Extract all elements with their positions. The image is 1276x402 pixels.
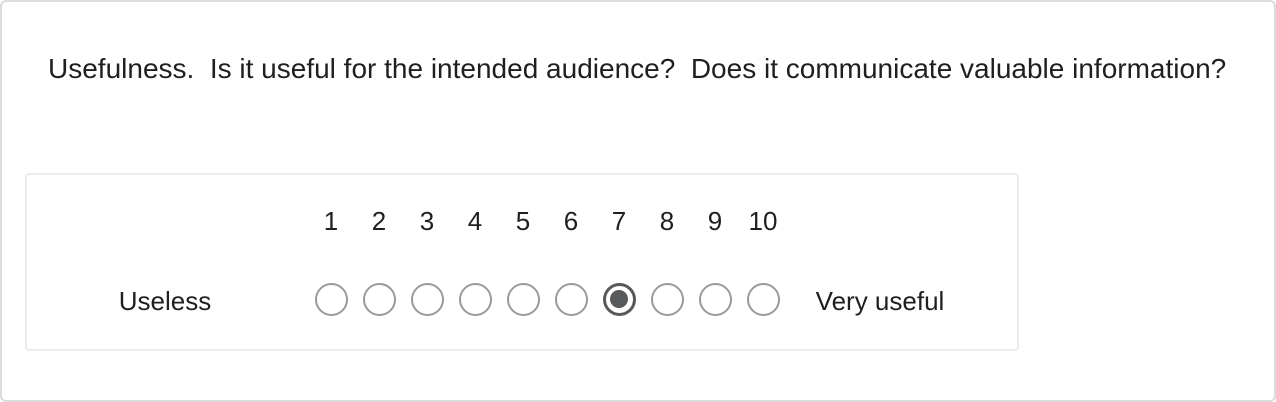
rating-radio-7[interactable]	[602, 282, 636, 316]
rating-radio-2[interactable]	[362, 282, 396, 316]
scale-low-label: Useless	[118, 286, 212, 316]
question-card: Usefulness. Is it useful for the intende…	[0, 0, 1276, 402]
rating-radio-5[interactable]	[506, 282, 540, 316]
scale-number: 7	[611, 206, 627, 236]
rating-radio-3[interactable]	[410, 282, 444, 316]
rating-scale: 1 2 3 4 5 6 7 8 9 10 Useless Very useful	[25, 173, 1019, 351]
rating-radio-4[interactable]	[458, 282, 492, 316]
scale-number: 1	[323, 206, 339, 236]
scale-numbers: 1 2 3 4 5 6 7 8 9 10	[307, 205, 787, 237]
scale-number: 10	[748, 206, 778, 236]
scale-number: 5	[515, 206, 531, 236]
scale-number: 8	[659, 206, 675, 236]
rating-radio-6[interactable]	[554, 282, 588, 316]
scale-number: 9	[707, 206, 723, 236]
scale-high-label: Very useful	[815, 286, 945, 316]
scale-number: 3	[419, 206, 435, 236]
scale-number: 4	[467, 206, 483, 236]
scale-number: 6	[563, 206, 579, 236]
rating-radio-1[interactable]	[314, 282, 348, 316]
scale-number: 2	[371, 206, 387, 236]
rating-radio-10[interactable]	[746, 282, 780, 316]
scale-radios	[307, 279, 787, 319]
rating-radio-9[interactable]	[698, 282, 732, 316]
rating-radio-8[interactable]	[650, 282, 684, 316]
question-text: Usefulness. Is it useful for the intende…	[48, 53, 1227, 84]
